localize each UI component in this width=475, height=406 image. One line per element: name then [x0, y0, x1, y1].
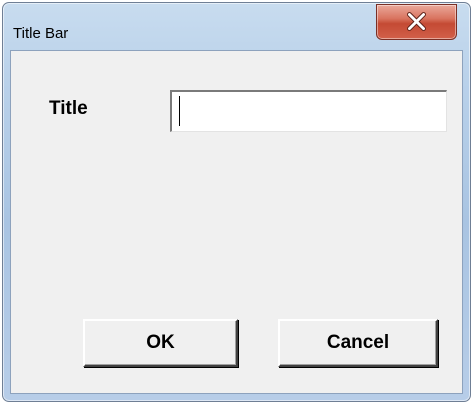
close-icon	[407, 12, 426, 31]
dialog-window: Title Bar Title OK Cancel	[2, 2, 471, 402]
title-label: Title	[49, 98, 88, 119]
dialog-body: Title OK Cancel	[10, 50, 463, 394]
window-title: Title Bar	[13, 25, 69, 42]
title-input[interactable]	[170, 90, 447, 132]
close-button[interactable]	[376, 4, 457, 40]
ok-button[interactable]: OK	[83, 319, 238, 367]
cancel-button[interactable]: Cancel	[278, 319, 438, 367]
text-cursor	[179, 96, 180, 126]
